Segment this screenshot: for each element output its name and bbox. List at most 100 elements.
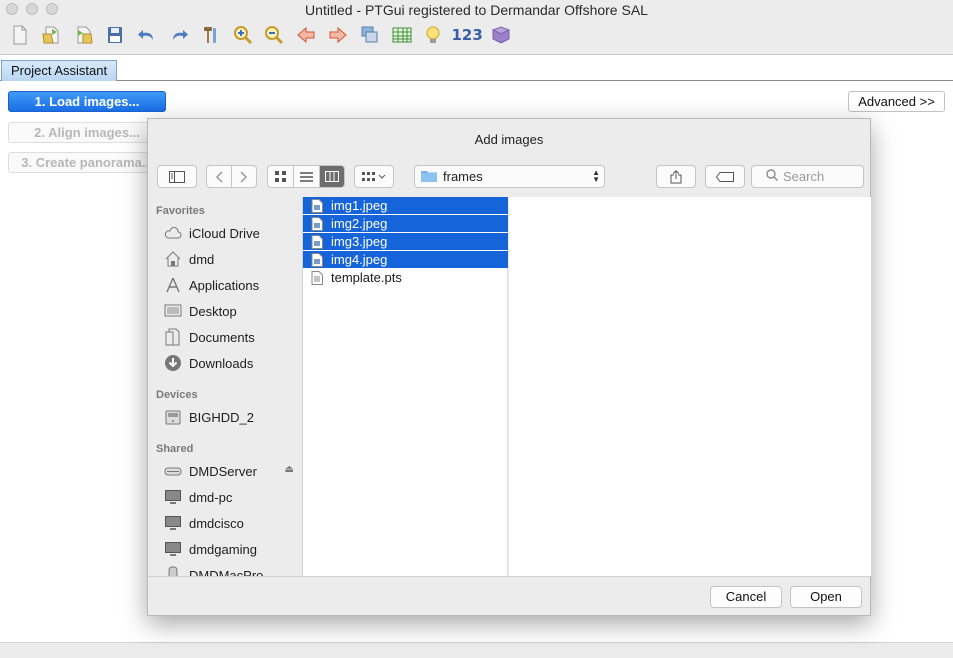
file-row-img3[interactable]: img3.jpeg: [303, 233, 508, 250]
dialog-title: Add images: [474, 132, 544, 147]
sidebar-item-downloads[interactable]: Downloads: [164, 353, 294, 373]
undo-icon[interactable]: [135, 24, 159, 46]
file-row-template[interactable]: template.pts: [303, 269, 508, 286]
add-images-dialog: Add images frames ▲ ▼ Search Favorites iC…: [147, 118, 871, 616]
save-icon[interactable]: [103, 24, 127, 46]
finder-sidebar: Favorites iCloud Drive dmd Applications …: [148, 197, 303, 576]
eject-icon[interactable]: ⏏: [285, 464, 294, 475]
arrange-grid-icon: [362, 171, 386, 182]
tab-project-assistant[interactable]: Project Assistant: [1, 60, 118, 81]
image-file-icon: [311, 198, 323, 213]
sidebar-item-label: BIGHDD_2: [189, 409, 255, 425]
redo-icon[interactable]: [167, 24, 191, 46]
sidebar-item-desktop[interactable]: Desktop: [164, 301, 294, 321]
devices-header: Devices: [156, 389, 198, 401]
sidebar-item-dmdmacpro[interactable]: DMDMacPro: [164, 565, 294, 576]
server-icon: [164, 467, 182, 476]
back-forward-control: [206, 165, 257, 188]
sidebar-item-label: Documents: [189, 329, 255, 345]
status-bar: [0, 642, 953, 658]
zoom-out-icon[interactable]: [262, 24, 286, 46]
cloud-icon: [164, 227, 182, 239]
file-name: img2.jpeg: [331, 216, 388, 231]
sidebar-item-applications[interactable]: Applications: [164, 275, 294, 295]
sidebar-item-icloud-drive[interactable]: iCloud Drive: [164, 223, 294, 243]
sidebar-item-dmdserver[interactable]: DMDServer ⏏: [164, 461, 294, 481]
image-file-icon: [311, 234, 323, 249]
sidebar-item-dmd[interactable]: dmd: [164, 249, 294, 269]
sidebar-item-label: DMDMacPro: [189, 567, 264, 577]
documents-icon: [165, 328, 180, 346]
advanced-button[interactable]: Advanced >>: [848, 91, 945, 112]
search-field[interactable]: Search: [751, 165, 864, 188]
downloads-icon: [165, 355, 181, 371]
open-icon[interactable]: [40, 24, 64, 46]
cancel-button[interactable]: Cancel: [710, 586, 782, 608]
numbers-icon[interactable]: 123: [452, 24, 483, 46]
new-icon[interactable]: [8, 24, 32, 46]
file-name: img3.jpeg: [331, 234, 388, 249]
hard-drive-icon: [165, 410, 181, 425]
folder-name: frames: [443, 169, 483, 184]
search-placeholder: Search: [783, 169, 825, 184]
file-row-img4[interactable]: img4.jpeg: [303, 251, 508, 268]
file-column: img1.jpeg img2.jpeg img3.jpeg img4.jpeg …: [303, 197, 508, 576]
load-images-button[interactable]: 1. Load images...: [8, 91, 166, 112]
sidebar-item-label: dmdcisco: [189, 515, 244, 531]
align-images-button[interactable]: 2. Align images...: [8, 122, 166, 143]
sidebar-item-dmdcisco[interactable]: dmdcisco: [164, 513, 294, 533]
open-recent-icon[interactable]: [72, 24, 96, 46]
folder-popup[interactable]: frames ▲ ▼: [414, 165, 605, 188]
create-panorama-button[interactable]: 3. Create panorama...: [8, 152, 166, 173]
book-icon[interactable]: [489, 24, 513, 46]
share-button[interactable]: [656, 165, 696, 188]
sidebar-item-dmd-pc[interactable]: dmd-pc: [164, 487, 294, 507]
file-name: img1.jpeg: [331, 198, 388, 213]
computer-icon: [165, 542, 181, 556]
next-icon[interactable]: [326, 24, 350, 46]
sidebar-item-label: iCloud Drive: [189, 225, 260, 241]
computer-icon: [165, 490, 181, 504]
sidebar-item-dmdgaming[interactable]: dmdgaming: [164, 539, 294, 559]
share-icon: [670, 169, 682, 184]
preview-column: [509, 197, 871, 576]
window-title: Untitled - PTGui registered to Dermandar…: [305, 2, 648, 18]
footer-divider: [148, 576, 870, 577]
sidebar-item-label: Applications: [189, 277, 260, 293]
zoom-in-icon[interactable]: [231, 24, 255, 46]
mac-pro-icon: [168, 566, 178, 576]
images-icon[interactable]: [358, 24, 382, 46]
sidebar-item-documents[interactable]: Documents: [164, 327, 294, 347]
forward-button[interactable]: [231, 166, 256, 187]
tab-strip: Project Assistant: [0, 55, 953, 81]
file-row-img1[interactable]: img1.jpeg: [303, 197, 508, 214]
arrange-button[interactable]: [354, 165, 394, 188]
sidebar-toggle-icon: [169, 170, 185, 183]
sidebar-item-label: dmd-pc: [189, 489, 233, 505]
file-row-img2[interactable]: img2.jpeg: [303, 215, 508, 232]
sidebar-item-label: Downloads: [189, 355, 254, 371]
column-view-button[interactable]: [318, 166, 344, 187]
search-icon: [766, 169, 783, 184]
sidebar-toggle-button[interactable]: [157, 165, 197, 188]
image-file-icon: [311, 216, 323, 231]
tag-button[interactable]: [705, 165, 745, 188]
applications-icon: [166, 277, 180, 293]
sidebar-item-label: dmd: [189, 251, 215, 267]
sidebar-item-label: dmdgaming: [189, 541, 257, 557]
popup-arrows-icon: ▲ ▼: [592, 168, 600, 184]
sidebar-item-bighdd[interactable]: BIGHDD_2: [164, 407, 294, 427]
open-button[interactable]: Open: [790, 586, 862, 608]
back-button[interactable]: [207, 166, 231, 187]
favorites-header: Favorites: [156, 205, 205, 217]
table-icon[interactable]: [390, 24, 414, 46]
lightbulb-icon[interactable]: [421, 24, 445, 46]
list-view-button[interactable]: [293, 166, 318, 187]
tools-icon[interactable]: [199, 24, 223, 46]
sidebar-item-label: DMDServer: [189, 463, 257, 479]
previous-icon[interactable]: [294, 24, 318, 46]
home-icon: [165, 251, 181, 267]
toolbar: 123: [8, 23, 521, 47]
icon-view-button[interactable]: [268, 166, 293, 187]
desktop-icon: [164, 304, 182, 317]
